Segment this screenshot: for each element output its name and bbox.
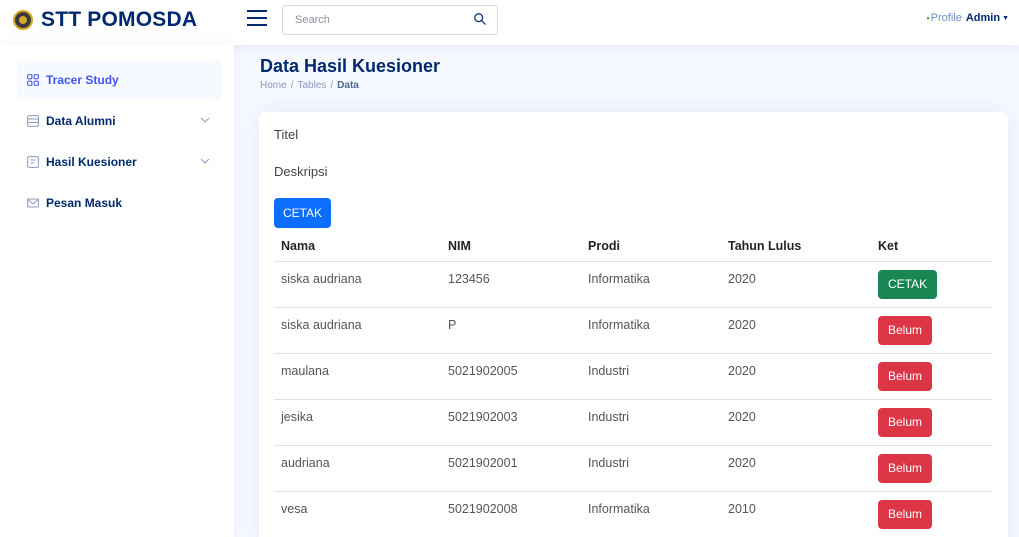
grid-icon	[27, 74, 39, 86]
cell-tahun-lulus: 2020	[721, 261, 871, 308]
breadcrumb-tables[interactable]: Tables	[297, 80, 326, 91]
cell-nama: audriana	[274, 445, 441, 492]
cell-ket: Belum	[871, 491, 992, 537]
table-row: siska audriana 123456 Informatika 2020 C…	[274, 261, 992, 308]
cell-ket: Belum	[871, 399, 992, 446]
cell-nim: 5021902008	[441, 491, 581, 537]
page-title-block: Data Hasil Kuesioner Home / Tables / Data	[260, 56, 440, 91]
hamburger-menu-icon[interactable]	[247, 10, 267, 28]
deskripsi-label: Deskripsi	[274, 164, 328, 179]
column-header-ket: Ket	[871, 232, 992, 262]
data-card: Titel Deskripsi CETAK Nama NIM Prodi Tah…	[259, 112, 1008, 537]
layout-icon	[27, 115, 39, 127]
cell-ket: Belum	[871, 307, 992, 354]
table-row: jesika 5021902003 Industri 2020 Belum	[274, 399, 992, 446]
results-table: Nama NIM Prodi Tahun Lulus Ket siska aud…	[274, 232, 992, 537]
column-header-nim: NIM	[441, 232, 581, 262]
search-input[interactable]	[283, 6, 463, 34]
cell-tahun-lulus: 2020	[721, 445, 871, 492]
belum-status-button[interactable]: Belum	[878, 315, 933, 345]
table-row: siska audriana P Informatika 2020 Belum	[274, 307, 992, 354]
cell-prodi: Industri	[581, 353, 721, 400]
cell-prodi: Industri	[581, 445, 721, 492]
chevron-down-icon	[200, 117, 210, 123]
cell-prodi: Informatika	[581, 261, 721, 308]
sidebar-item-label: Pesan Masuk	[46, 196, 123, 210]
chevron-down-icon	[200, 158, 210, 164]
table-header-row: Nama NIM Prodi Tahun Lulus Ket	[274, 232, 992, 262]
search-icon[interactable]	[473, 12, 487, 26]
cell-tahun-lulus: 2010	[721, 491, 871, 537]
table-row: audriana 5021902001 Industri 2020 Belum	[274, 445, 992, 492]
belum-status-button[interactable]: Belum	[878, 453, 933, 483]
cell-nama: jesika	[274, 399, 441, 446]
cell-nama: siska audriana	[274, 307, 441, 354]
sidebar-item-pesan-masuk[interactable]: Pesan Masuk	[17, 184, 222, 222]
cell-prodi: Industri	[581, 399, 721, 446]
breadcrumb: Home / Tables / Data	[260, 80, 359, 91]
titel-label: Titel	[274, 127, 299, 142]
logo-emblem-icon	[13, 10, 33, 30]
cell-tahun-lulus: 2020	[721, 307, 871, 354]
cetak-button[interactable]: CETAK	[274, 198, 331, 228]
column-header-prodi: Prodi	[581, 232, 721, 262]
table-row: vesa 5021902008 Informatika 2010 Belum	[274, 491, 992, 537]
top-header: STT POMOSDA Profile Admin ▼	[0, 0, 1019, 45]
cell-nama: maulana	[274, 353, 441, 400]
sidebar-item-hasil-kuesioner[interactable]: Hasil Kuesioner	[17, 143, 222, 181]
cell-nim: 5021902005	[441, 353, 581, 400]
cell-nim: 5021902001	[441, 445, 581, 492]
cell-nama: vesa	[274, 491, 441, 537]
profile-image: Profile	[926, 12, 962, 24]
envelope-icon	[27, 198, 39, 208]
search-bar	[282, 5, 498, 35]
cell-nim: 5021902003	[441, 399, 581, 446]
cell-tahun-lulus: 2020	[721, 399, 871, 446]
breadcrumb-home[interactable]: Home	[260, 80, 287, 91]
cell-nama: siska audriana	[274, 261, 441, 308]
page-title: Data Hasil Kuesioner	[260, 56, 441, 76]
cetak-row-button[interactable]: CETAK	[878, 269, 938, 299]
cell-ket: Belum	[871, 353, 992, 400]
cell-prodi: Informatika	[581, 491, 721, 537]
profile-name: Admin	[965, 12, 1001, 24]
column-header-tahun-lulus: Tahun Lulus	[721, 232, 871, 262]
sidebar-item-tracer-study[interactable]: Tracer Study	[17, 61, 222, 99]
sidebar-item-label: Data Alumni	[46, 114, 116, 128]
belum-status-button[interactable]: Belum	[878, 407, 933, 437]
cell-ket: CETAK	[871, 261, 992, 308]
sidebar-item-label: Hasil Kuesioner	[46, 155, 137, 169]
caret-down-icon: ▼	[1002, 14, 1009, 22]
cell-nim: P	[441, 307, 581, 354]
belum-status-button[interactable]: Belum	[878, 361, 933, 391]
breadcrumb-current: Data	[337, 80, 359, 91]
sidebar: Tracer Study Data Alumni Hasil Kuesioner…	[0, 45, 234, 537]
cell-nim: 123456	[441, 261, 581, 308]
belum-status-button[interactable]: Belum	[878, 499, 933, 529]
profile-dropdown[interactable]: Profile Admin ▼	[926, 12, 1009, 24]
sidebar-item-data-alumni[interactable]: Data Alumni	[17, 102, 222, 140]
cell-tahun-lulus: 2020	[721, 353, 871, 400]
brand-logo[interactable]: STT POMOSDA	[13, 8, 197, 32]
sidebar-item-label: Tracer Study	[46, 73, 119, 87]
cell-ket: Belum	[871, 445, 992, 492]
brand-name: STT POMOSDA	[41, 8, 198, 31]
form-icon	[27, 156, 39, 168]
column-header-nama: Nama	[274, 232, 441, 262]
table-row: maulana 5021902005 Industri 2020 Belum	[274, 353, 992, 400]
cell-prodi: Informatika	[581, 307, 721, 354]
